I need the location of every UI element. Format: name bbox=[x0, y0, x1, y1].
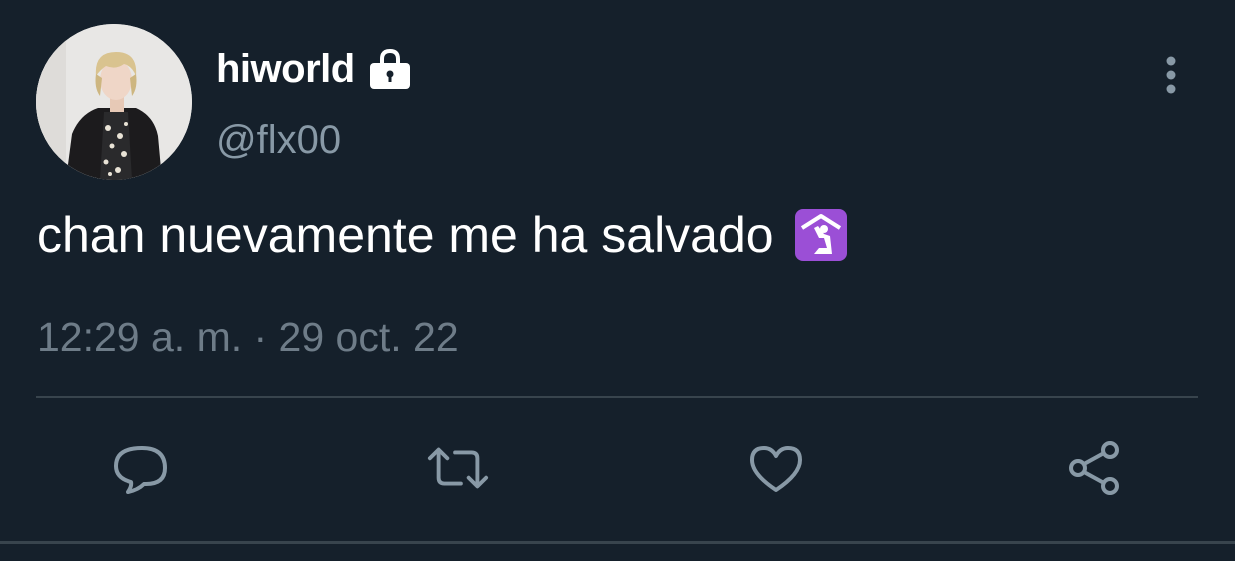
divider bbox=[36, 396, 1198, 398]
speech-bubble-icon bbox=[114, 446, 167, 494]
profile-photo bbox=[36, 24, 192, 180]
place-of-worship-emoji bbox=[794, 208, 848, 262]
more-options-button[interactable] bbox=[1150, 50, 1192, 100]
retweet-button[interactable] bbox=[426, 436, 490, 500]
more-vertical-icon bbox=[1166, 56, 1176, 94]
tweet-detail: hiworld @flx00 chan nuevamente me ha sal… bbox=[0, 0, 1235, 561]
tweet-text-row: chan nuevamente me ha salvado bbox=[37, 206, 848, 264]
tweet-timestamp[interactable]: 12:29 a. m. · 29 oct. 22 bbox=[37, 314, 459, 361]
share-button[interactable] bbox=[1062, 436, 1126, 500]
bottom-divider bbox=[0, 541, 1235, 544]
lock-icon bbox=[367, 46, 413, 92]
heart-icon bbox=[750, 446, 802, 492]
like-button[interactable] bbox=[744, 436, 808, 500]
retweet-icon bbox=[427, 447, 489, 489]
avatar[interactable] bbox=[36, 24, 192, 180]
display-name[interactable]: hiworld bbox=[216, 47, 355, 92]
share-icon bbox=[1069, 441, 1119, 495]
tweet-text: chan nuevamente me ha salvado bbox=[37, 207, 774, 263]
user-handle[interactable]: @flx00 bbox=[216, 118, 341, 163]
display-name-row: hiworld bbox=[216, 44, 413, 94]
reply-button[interactable] bbox=[108, 436, 172, 500]
